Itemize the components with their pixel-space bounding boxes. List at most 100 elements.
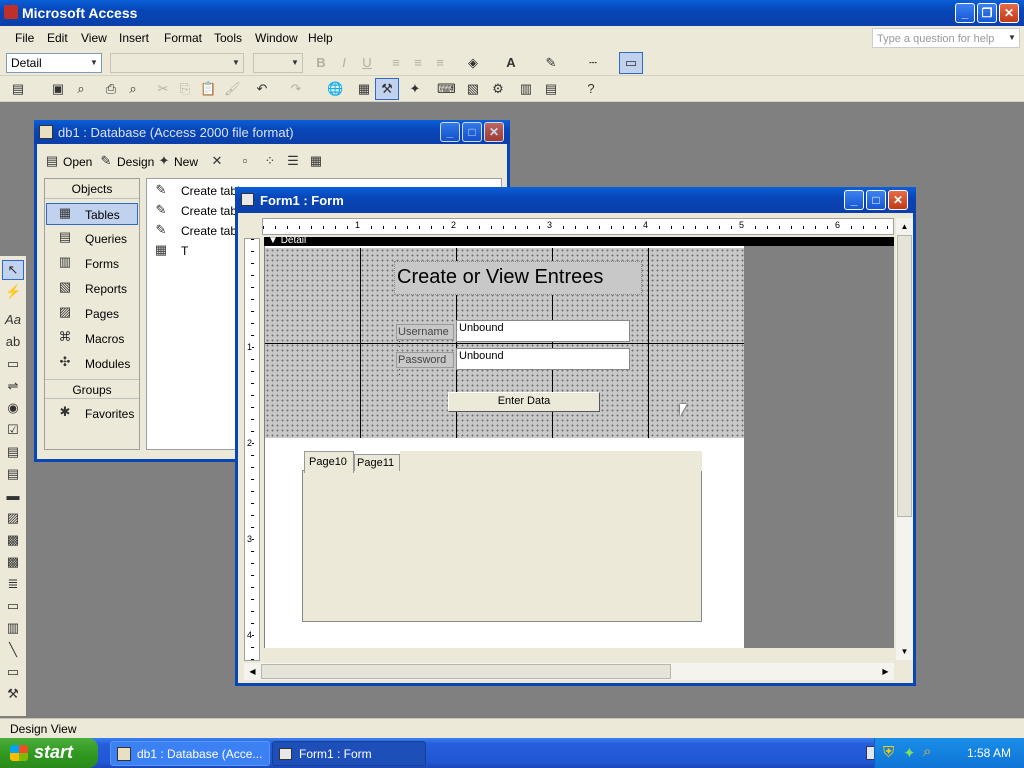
font-size-combo[interactable]: ▼: [253, 53, 303, 73]
file-search-icon[interactable]: ⌕: [73, 81, 89, 97]
username-label[interactable]: Username :: [396, 324, 454, 350]
taskbar-item-form[interactable]: Form1 : Form: [272, 741, 426, 766]
tab-page11[interactable]: Page11: [354, 454, 400, 471]
db-open-button[interactable]: Open: [63, 155, 92, 169]
help-search-input[interactable]: Type a question for help ▼: [872, 28, 1020, 48]
objects-item-pages[interactable]: Pages: [85, 307, 119, 321]
db-new-button[interactable]: New: [174, 155, 198, 169]
enter-data-button[interactable]: Enter Data: [448, 392, 600, 412]
textbox-tool-icon[interactable]: ab: [5, 334, 21, 350]
menu-window[interactable]: Window: [255, 31, 298, 45]
italic-icon[interactable]: I: [336, 55, 352, 71]
objects-item-macros[interactable]: Macros: [85, 332, 124, 346]
autoformat-icon[interactable]: ✦: [407, 81, 423, 97]
build-icon[interactable]: ⚙: [490, 81, 506, 97]
database-window-icon[interactable]: ▥: [518, 81, 534, 97]
menu-help[interactable]: Help: [308, 31, 333, 45]
option-button-icon[interactable]: ◉: [5, 400, 21, 416]
taskbar-item-database[interactable]: db1 : Database (Acce...: [110, 741, 270, 766]
subform-icon[interactable]: ▥: [5, 620, 21, 636]
network-icon[interactable]: ✦: [903, 744, 916, 762]
properties-icon[interactable]: ▧: [465, 81, 481, 97]
large-icons-icon[interactable]: ▫: [237, 153, 253, 169]
unbound-object-icon[interactable]: ▩: [5, 532, 21, 548]
menu-file[interactable]: File: [15, 31, 34, 45]
username-textbox[interactable]: Unbound: [456, 320, 630, 342]
db-maximize-button[interactable]: □: [462, 122, 482, 142]
delete-icon[interactable]: ✕: [209, 153, 225, 169]
align-right-icon[interactable]: ≡: [432, 55, 448, 71]
tab-page10[interactable]: Page10: [304, 451, 354, 473]
form-title-label[interactable]: Create or View Entrees: [394, 261, 642, 295]
redo-icon[interactable]: ↷: [288, 81, 304, 97]
objects-item-forms[interactable]: Forms: [85, 257, 119, 271]
scroll-right-icon[interactable]: ▶: [877, 663, 894, 680]
list-item[interactable]: Create tabl: [181, 184, 240, 198]
list-view-icon[interactable]: ☰: [285, 153, 301, 169]
form-close-button[interactable]: ✕: [888, 190, 908, 210]
menu-edit[interactable]: Edit: [47, 31, 68, 45]
undo-icon[interactable]: ↶: [254, 81, 270, 97]
copy-icon[interactable]: ⎘: [177, 81, 193, 97]
details-view-icon[interactable]: ▦: [308, 153, 324, 169]
print-icon[interactable]: ⎙: [103, 81, 119, 97]
wizard-icon[interactable]: ⚡: [5, 284, 21, 300]
objects-item-queries[interactable]: Queries: [85, 232, 127, 246]
app-minimize-button[interactable]: _: [955, 3, 975, 23]
line-tool-icon[interactable]: ╲: [5, 642, 21, 658]
option-group-icon[interactable]: ▭: [5, 356, 21, 372]
align-left-icon[interactable]: ≡: [388, 55, 404, 71]
small-icons-icon[interactable]: ⁘: [262, 153, 278, 169]
detail-section-bar[interactable]: ▼ Detail: [264, 237, 894, 246]
db-close-button[interactable]: ✕: [484, 122, 504, 142]
line-color-icon[interactable]: ✎: [543, 55, 559, 71]
page-break-icon[interactable]: ≣: [5, 576, 21, 592]
image-icon[interactable]: ▨: [5, 510, 21, 526]
scroll-up-icon[interactable]: ▲: [896, 218, 913, 235]
password-textbox[interactable]: Unbound: [456, 348, 630, 370]
align-center-icon[interactable]: ≡: [410, 55, 426, 71]
menu-view[interactable]: View: [81, 31, 107, 45]
shield-icon[interactable]: ⛨: [883, 744, 894, 761]
bound-object-icon[interactable]: ▩: [5, 554, 21, 570]
new-object-icon[interactable]: ▤: [543, 81, 559, 97]
hyperlink-icon[interactable]: 🌐: [327, 81, 343, 97]
groups-header[interactable]: Groups: [45, 379, 139, 399]
list-item[interactable]: T: [181, 244, 188, 258]
scroll-thumb[interactable]: [897, 235, 912, 517]
bold-icon[interactable]: B: [313, 55, 329, 71]
fill-color-icon[interactable]: ◈: [465, 55, 481, 71]
view-icon[interactable]: ▤: [10, 81, 26, 97]
app-restore-button[interactable]: ❐: [977, 3, 997, 23]
label-tool-icon[interactable]: Aa: [5, 312, 21, 328]
objects-header[interactable]: Objects: [45, 179, 139, 199]
font-combo[interactable]: ▼: [110, 53, 244, 73]
rectangle-tool-icon[interactable]: ▭: [5, 664, 21, 680]
scroll-left-icon[interactable]: ◀: [244, 663, 261, 680]
start-button[interactable]: start: [0, 738, 98, 768]
scroll-down-icon[interactable]: ▼: [896, 643, 913, 660]
list-item[interactable]: Create tabl: [181, 224, 240, 238]
tab-control[interactable]: [302, 470, 702, 622]
menu-format[interactable]: Format: [164, 31, 202, 45]
combo-box-icon[interactable]: ▤: [5, 444, 21, 460]
db-minimize-button[interactable]: _: [440, 122, 460, 142]
form-maximize-button[interactable]: □: [866, 190, 886, 210]
tab-control-icon[interactable]: ▭: [5, 598, 21, 614]
print-preview-icon[interactable]: ⌕: [125, 81, 141, 97]
field-list-icon[interactable]: ▦: [356, 81, 372, 97]
list-item[interactable]: Create tabl: [181, 204, 240, 218]
menu-tools[interactable]: Tools: [214, 31, 242, 45]
paste-icon[interactable]: 📋: [200, 81, 216, 97]
format-painter-icon[interactable]: 🖌: [224, 81, 241, 97]
underline-icon[interactable]: U: [359, 55, 375, 71]
groups-item-favorites[interactable]: Favorites: [85, 407, 134, 421]
more-controls-icon[interactable]: ⚒: [5, 686, 21, 702]
toggle-button-icon[interactable]: ⇌: [5, 378, 21, 394]
object-combo[interactable]: Detail ▼: [6, 53, 102, 73]
vertical-scrollbar[interactable]: ▲ ▼: [896, 218, 913, 660]
objects-item-modules[interactable]: Modules: [85, 357, 130, 371]
help-icon[interactable]: ?: [583, 81, 599, 97]
menu-insert[interactable]: Insert: [119, 31, 149, 45]
save-icon[interactable]: ▣: [50, 81, 66, 97]
